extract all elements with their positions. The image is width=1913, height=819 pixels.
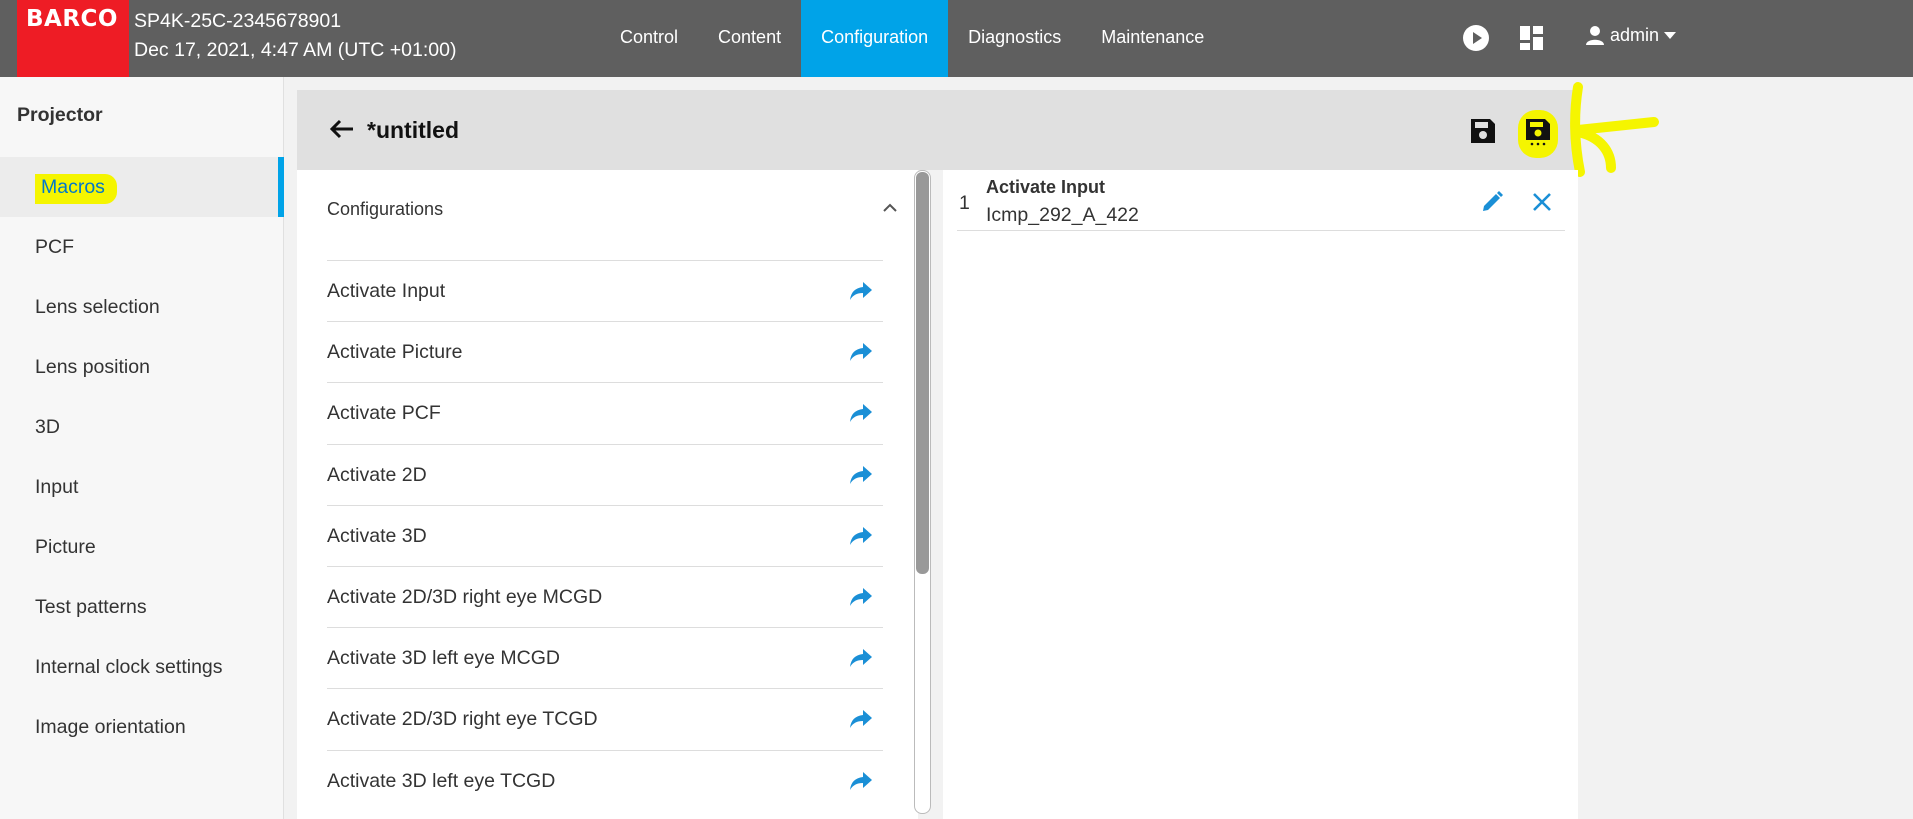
sidebar: Projector Macros PCF Lens selection Lens…: [0, 77, 284, 819]
sidebar-item-3d[interactable]: 3D: [0, 397, 284, 457]
save-icon[interactable]: [1468, 116, 1498, 146]
configuration-item[interactable]: Activate PCF: [327, 382, 883, 443]
sidebar-item-picture[interactable]: Picture: [0, 517, 284, 577]
configuration-item-label: Activate 2D/3D right eye TCGD: [327, 708, 598, 731]
chevron-up-icon[interactable]: [880, 198, 900, 218]
configuration-item-label: Activate Input: [327, 280, 446, 302]
logo-text: BARCO: [26, 6, 118, 32]
add-to-macro-icon[interactable]: [849, 586, 873, 608]
nav-control[interactable]: Control: [600, 0, 698, 77]
macro-step-row[interactable]: 1 Activate Input Icmp_292_A_422: [957, 176, 1565, 231]
person-icon: [1586, 26, 1604, 45]
configurations-title: Configurations: [327, 199, 444, 219]
play-icon[interactable]: [1461, 23, 1491, 53]
sidebar-item-lens-selection[interactable]: Lens selection: [0, 277, 284, 337]
dashboard-icon[interactable]: [1517, 23, 1547, 53]
device-name: SP4K-25C-2345678901: [134, 10, 342, 32]
sidebar-item-image-orientation[interactable]: Image orientation: [0, 697, 284, 757]
configuration-item-label: Activate 3D: [327, 524, 427, 547]
step-name: Activate Input: [986, 177, 1106, 197]
save-as-icon[interactable]: [1523, 116, 1553, 146]
add-to-macro-icon[interactable]: [849, 464, 873, 486]
add-to-macro-icon[interactable]: [849, 708, 873, 730]
configuration-item-label: Activate 3D left eye TCGD: [327, 769, 556, 792]
configuration-item-label: Activate 3D left eye MCGD: [327, 647, 560, 670]
user-name: admin: [1610, 24, 1660, 45]
device-info: SP4K-25C-2345678901 Dec 17, 2021, 4:47 A…: [134, 7, 456, 65]
main-nav: Control Content Configuration Diagnostic…: [600, 0, 1224, 77]
top-bar: BARCO SP4K-25C-2345678901 Dec 17, 2021, …: [0, 0, 1913, 77]
configuration-item[interactable]: Activate Picture: [327, 321, 883, 382]
nav-configuration[interactable]: Configuration: [801, 0, 949, 77]
macro-title: *untitled: [367, 117, 459, 143]
configurations-panel: Configurations Activate Input Activate Pi…: [297, 170, 918, 819]
delete-icon[interactable]: [1529, 189, 1555, 215]
step-value: Icmp_292_A_422: [986, 204, 1139, 226]
add-to-macro-icon[interactable]: [849, 341, 873, 363]
add-to-macro-icon[interactable]: [849, 770, 873, 792]
scrollbar-thumb[interactable]: [916, 172, 929, 574]
configuration-item-label: Activate PCF: [327, 402, 441, 425]
configuration-item[interactable]: Activate 2D/3D right eye MCGD: [327, 566, 883, 627]
configurations-scrollbar[interactable]: [914, 170, 931, 814]
nav-content[interactable]: Content: [698, 0, 801, 77]
configuration-item[interactable]: Activate 2D/3D right eye TCGD: [327, 688, 883, 749]
configuration-item[interactable]: Activate 3D: [327, 504, 883, 566]
configuration-item-label: Activate 2D/3D right eye MCGD: [327, 586, 603, 608]
caret-down-icon: [1664, 32, 1677, 39]
configuration-item-label: Activate Picture: [327, 341, 463, 364]
sidebar-item-internal-clock[interactable]: Internal clock settings: [0, 637, 284, 697]
macro-editor-header: *untitled: [297, 90, 1578, 170]
add-to-macro-icon[interactable]: [849, 525, 873, 547]
back-arrow-icon[interactable]: [327, 114, 357, 144]
step-index: 1: [959, 192, 970, 214]
add-to-macro-icon[interactable]: [849, 647, 873, 669]
configuration-item[interactable]: Activate 3D left eye MCGD: [327, 627, 883, 688]
configuration-item-label: Activate 2D: [327, 463, 427, 486]
add-to-macro-icon[interactable]: [849, 402, 873, 424]
configuration-item[interactable]: Activate 2D: [327, 443, 883, 505]
annotation-arrow: [1570, 82, 1659, 177]
configuration-item[interactable]: Activate 3D left eye TCGD: [327, 749, 883, 811]
sidebar-item-macros[interactable]: Macros: [0, 157, 284, 217]
edit-icon[interactable]: [1479, 189, 1505, 215]
macro-steps-panel: 1 Activate Input Icmp_292_A_422: [943, 170, 1578, 819]
barco-logo: BARCO: [17, 0, 129, 77]
user-menu[interactable]: admin: [1584, 24, 1677, 46]
sidebar-item-label: Macros: [35, 174, 117, 204]
sidebar-item-input[interactable]: Input: [0, 457, 284, 517]
configuration-item[interactable]: Activate Input: [327, 260, 883, 321]
nav-maintenance[interactable]: Maintenance: [1081, 0, 1224, 77]
sidebar-item-lens-position[interactable]: Lens position: [0, 337, 284, 397]
add-to-macro-icon[interactable]: [849, 280, 873, 302]
sidebar-item-pcf[interactable]: PCF: [0, 217, 284, 277]
sidebar-item-test-patterns[interactable]: Test patterns: [0, 577, 284, 637]
sidebar-title: Projector: [17, 104, 103, 126]
device-datetime: Dec 17, 2021, 4:47 AM (UTC +01:00): [134, 39, 457, 61]
nav-diagnostics[interactable]: Diagnostics: [948, 0, 1081, 77]
